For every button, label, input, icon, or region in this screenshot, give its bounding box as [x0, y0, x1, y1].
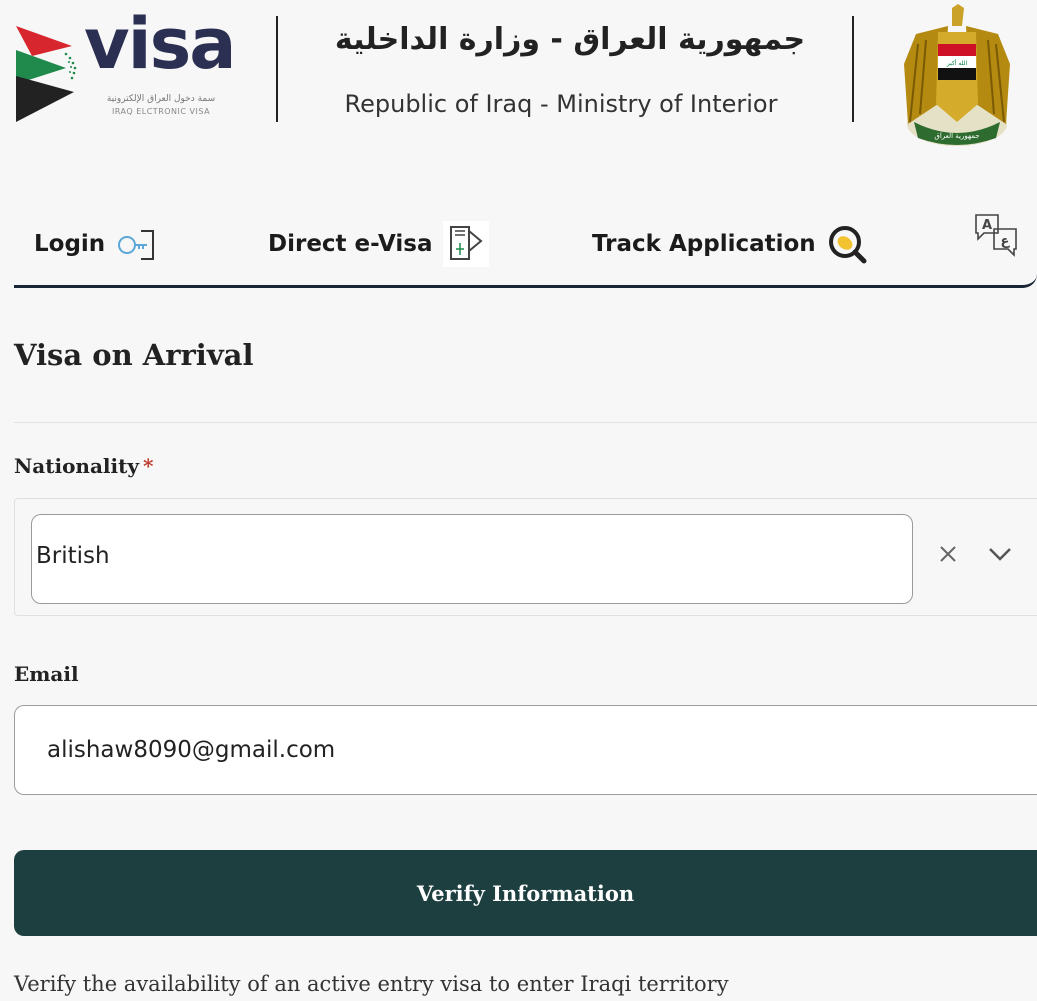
nav-login[interactable]: Login	[34, 226, 157, 262]
verify-information-button[interactable]: Verify Information	[14, 850, 1037, 936]
svg-text:ع: ع	[1001, 234, 1011, 249]
logo-subtitle-arabic: سمة دخول العراق الإلكترونية	[106, 94, 216, 104]
chevron-down-icon	[989, 548, 1011, 561]
email-label: Email	[14, 662, 79, 686]
svg-text:A: A	[982, 218, 992, 233]
required-mark: *	[142, 454, 154, 478]
title-divider	[14, 422, 1037, 423]
visa-logo[interactable]: visa سمة دخول العراق الإلكترونية IRAQ EL…	[14, 4, 244, 127]
main-nav: Login Direct e-Visa Track Application A …	[14, 200, 1037, 288]
magnifier-icon	[826, 223, 868, 265]
nationality-label: Nationality *	[14, 454, 153, 478]
language-switch[interactable]: A ع	[972, 214, 1022, 257]
logo-wordmark: visa	[84, 3, 237, 85]
clear-selection-button[interactable]	[935, 541, 961, 567]
header-divider-right	[852, 16, 854, 122]
arrows-logo-icon	[16, 26, 77, 122]
nav-direct-evisa[interactable]: Direct e-Visa	[268, 221, 489, 267]
eagle-emblem-icon: الله أكبر جمهورية العراق	[904, 4, 1010, 146]
nav-track-application[interactable]: Track Application	[592, 223, 868, 265]
close-icon	[940, 546, 956, 562]
verify-note: Verify the availability of an active ent…	[14, 972, 729, 996]
translate-icon: A ع	[972, 209, 1022, 259]
logo-subtitle-english: IRAQ ELCTRONIC VISA	[111, 107, 211, 116]
key-icon	[115, 227, 157, 261]
nav-direct-evisa-label: Direct e-Visa	[268, 231, 433, 257]
emblem-banner: جمهورية العراق	[934, 132, 979, 140]
email-field[interactable]	[14, 705, 1037, 795]
emblem-motto: الله أكبر	[946, 59, 968, 67]
ministry-title-arabic: جمهورية العراق - وزارة الداخلية	[334, 22, 806, 57]
iraq-emblem: الله أكبر جمهورية العراق	[898, 4, 1016, 150]
nationality-select[interactable]: British	[14, 498, 1037, 616]
dropdown-toggle[interactable]	[985, 541, 1015, 567]
nationality-label-text: Nationality	[14, 454, 139, 478]
ministry-title-english: Republic of Iraq - Ministry of Interior	[344, 90, 778, 118]
passport-icon	[442, 221, 489, 267]
nationality-select-box[interactable]: British	[31, 514, 913, 604]
site-header: visa سمة دخول العراق الإلكترونية IRAQ EL…	[0, 0, 1037, 180]
page-title: Visa on Arrival	[14, 338, 254, 372]
nav-track-application-label: Track Application	[592, 231, 816, 257]
nav-login-label: Login	[34, 231, 106, 257]
header-divider-left	[276, 16, 278, 122]
nationality-value: British	[36, 543, 110, 569]
